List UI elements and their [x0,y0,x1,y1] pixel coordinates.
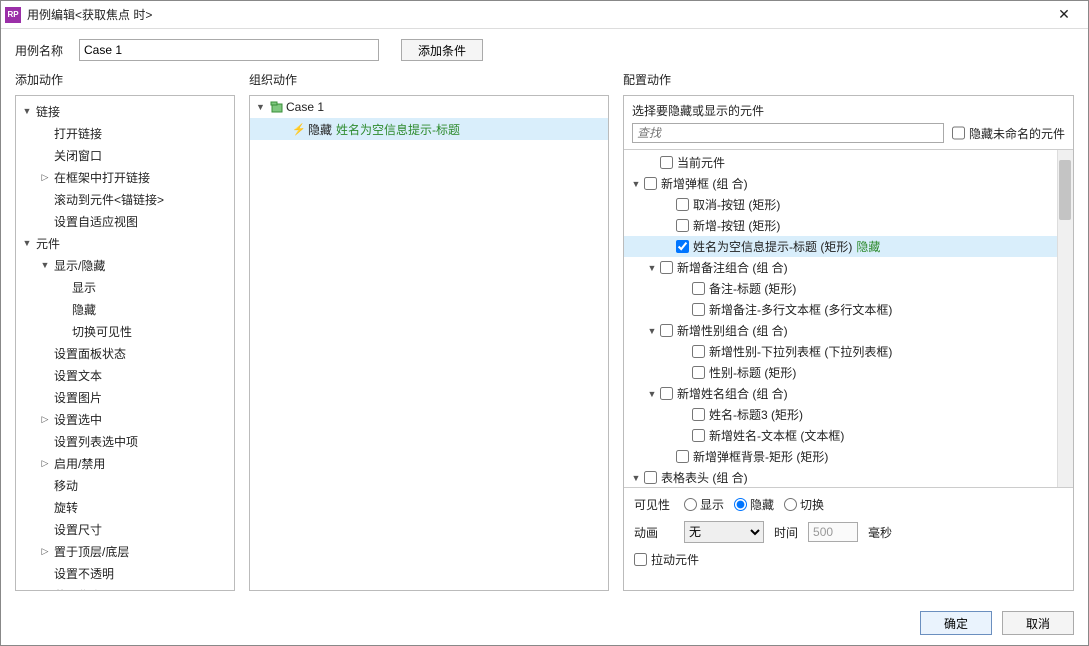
org-action-target: 姓名为空信息提示-标题 [336,121,460,138]
case-icon [270,100,284,114]
action-tree-item[interactable]: ▼设置面板状态 [16,342,234,364]
widget-tree-item[interactable]: 姓名-标题3 (矩形) [624,404,1073,425]
widget-checkbox[interactable] [660,324,673,337]
visibility-hide-radio[interactable]: 隐藏 [734,496,774,513]
org-actions-panel: ▼ Case 1 ⚡ 隐藏 姓名为空信息提示-标题 [249,95,609,591]
widget-tree-item[interactable]: 新增性别-下拉列表框 (下拉列表框) [624,341,1073,362]
time-unit: 毫秒 [868,524,892,541]
anim-label: 动画 [634,524,674,541]
close-button[interactable]: ✕ [1044,1,1084,29]
widget-tree-item[interactable]: 当前元件 [624,152,1073,173]
action-tree-item[interactable]: ▼链接 [16,100,234,122]
widget-checkbox[interactable] [676,219,689,232]
widget-tree[interactable]: 当前元件▼新增弹框 (组 合)取消-按钮 (矩形)新增-按钮 (矩形)姓名为空信… [624,150,1073,487]
add-actions-panel: ▼链接▼打开链接▼关闭窗口▷在框架中打开链接▼滚动到元件<锚链接>▼设置自适应视… [15,95,235,591]
case-name-label: 用例名称 [15,42,71,59]
widget-tree-item[interactable]: 取消-按钮 (矩形) [624,194,1073,215]
config-title: 选择要隐藏或显示的元件 [632,100,1065,123]
widget-tree-item[interactable]: ▼新增姓名组合 (组 合) [624,383,1073,404]
widget-checkbox[interactable] [692,345,705,358]
widget-checkbox[interactable] [676,240,689,253]
action-tree-item[interactable]: ▼设置自适应视图 [16,210,234,232]
visibility-toggle-radio[interactable]: 切换 [784,496,824,513]
app-icon: RP [5,7,21,23]
lightning-icon: ⚡ [292,123,306,136]
action-tree-item[interactable]: ▼设置不透明 [16,562,234,584]
search-input[interactable] [632,123,944,143]
widget-checkbox[interactable] [644,177,657,190]
widget-checkbox[interactable] [660,261,673,274]
action-tree-item[interactable]: ▷设置选中 [16,408,234,430]
action-tree-item[interactable]: ▼显示/隐藏 [16,254,234,276]
anim-select[interactable]: 无 [684,521,764,543]
cancel-button[interactable]: 取消 [1002,611,1074,635]
action-tree-item[interactable]: ▼显示 [16,276,234,298]
widget-tree-item[interactable]: 姓名为空信息提示-标题 (矩形)隐藏 [624,236,1073,257]
animation-row: 动画 无 时间 毫秒 [634,521,1063,543]
action-tree-item[interactable]: ▼元件 [16,232,234,254]
drag-checkbox[interactable]: 拉动元件 [634,551,1063,568]
action-tree-item[interactable]: ▼获取焦点 [16,584,234,590]
scrollbar[interactable] [1057,150,1073,487]
widget-tree-item[interactable]: ▼表格表头 (组 合) [624,467,1073,487]
titlebar: RP 用例编辑<获取焦点 时> ✕ [1,1,1088,29]
action-tree-item[interactable]: ▷在框架中打开链接 [16,166,234,188]
widget-tree-item[interactable]: 新增-按钮 (矩形) [624,215,1073,236]
widget-tree-item[interactable]: 新增弹框背景-矩形 (矩形) [624,446,1073,467]
org-case-label: Case 1 [286,100,324,114]
action-tree-item[interactable]: ▼滚动到元件<锚链接> [16,188,234,210]
case-row: 用例名称 添加条件 [1,29,1088,71]
action-tree-item[interactable]: ▼打开链接 [16,122,234,144]
widget-checkbox[interactable] [660,156,673,169]
config-actions-header: 配置动作 [623,71,1074,91]
widget-checkbox[interactable] [660,387,673,400]
widget-checkbox[interactable] [676,198,689,211]
widget-tree-item[interactable]: 性别-标题 (矩形) [624,362,1073,383]
widget-checkbox[interactable] [644,471,657,484]
hide-unnamed-checkbox[interactable]: 隐藏未命名的元件 [952,123,1065,143]
action-tree-item[interactable]: ▼移动 [16,474,234,496]
action-tree-item[interactable]: ▼设置列表选中项 [16,430,234,452]
time-label: 时间 [774,524,798,541]
widget-tree-item[interactable]: 新增姓名-文本框 (文本框) [624,425,1073,446]
widget-tree-item[interactable]: ▼新增性别组合 (组 合) [624,320,1073,341]
case-name-input[interactable] [79,39,379,61]
widget-tree-item[interactable]: ▼新增备注组合 (组 合) [624,257,1073,278]
add-actions-tree[interactable]: ▼链接▼打开链接▼关闭窗口▷在框架中打开链接▼滚动到元件<锚链接>▼设置自适应视… [16,96,234,590]
action-tree-item[interactable]: ▼关闭窗口 [16,144,234,166]
action-tree-item[interactable]: ▷置于顶层/底层 [16,540,234,562]
widget-checkbox[interactable] [692,282,705,295]
action-tree-item[interactable]: ▼旋转 [16,496,234,518]
widget-tree-item[interactable]: 新增备注-多行文本框 (多行文本框) [624,299,1073,320]
widget-checkbox[interactable] [692,429,705,442]
org-actions-header: 组织动作 [249,71,609,91]
visibility-show-radio[interactable]: 显示 [684,496,724,513]
widget-checkbox[interactable] [676,450,689,463]
widget-tree-item[interactable]: 备注-标题 (矩形) [624,278,1073,299]
widget-tree-item[interactable]: ▼新增弹框 (组 合) [624,173,1073,194]
window-title: 用例编辑<获取焦点 时> [27,6,1044,23]
action-tree-item[interactable]: ▼设置图片 [16,386,234,408]
config-panel: 选择要隐藏或显示的元件 隐藏未命名的元件 当前元件▼新增弹框 (组 合)取消-按… [623,95,1074,591]
visibility-label: 可见性 [634,496,674,513]
widget-checkbox[interactable] [692,408,705,421]
action-tree-item[interactable]: ▼切换可见性 [16,320,234,342]
add-condition-button[interactable]: 添加条件 [401,39,483,61]
org-action-prefix: 隐藏 [308,121,332,138]
action-tree-item[interactable]: ▷启用/禁用 [16,452,234,474]
add-actions-header: 添加动作 [15,71,235,91]
visibility-row: 可见性 显示 隐藏 切换 [634,496,1063,513]
time-input[interactable] [808,522,858,542]
action-tree-item[interactable]: ▼设置文本 [16,364,234,386]
widget-checkbox[interactable] [692,303,705,316]
case-editor-dialog: RP 用例编辑<获取焦点 时> ✕ 用例名称 添加条件 添加动作 ▼链接▼打开链… [0,0,1089,646]
org-action-row[interactable]: ⚡ 隐藏 姓名为空信息提示-标题 [250,118,608,140]
org-case-row[interactable]: ▼ Case 1 [250,96,608,118]
action-tree-item[interactable]: ▼隐藏 [16,298,234,320]
action-tree-item[interactable]: ▼设置尺寸 [16,518,234,540]
widget-checkbox[interactable] [692,366,705,379]
ok-button[interactable]: 确定 [920,611,992,635]
